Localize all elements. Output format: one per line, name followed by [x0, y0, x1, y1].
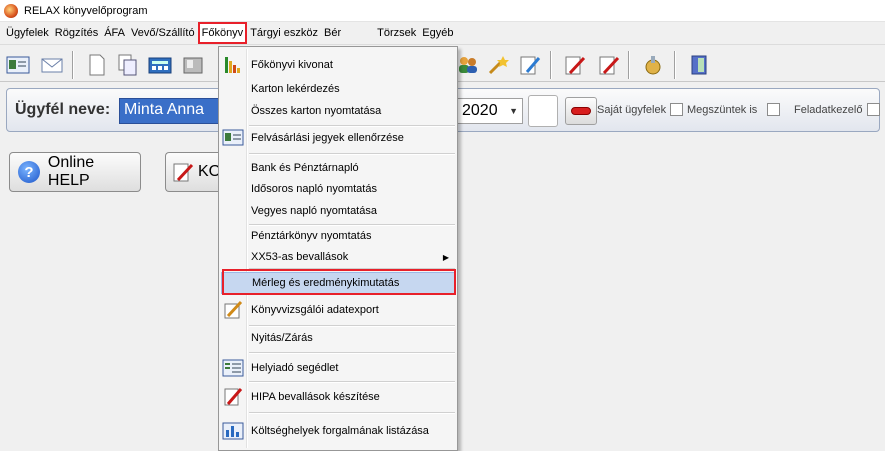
- mail-icon[interactable]: [39, 52, 65, 78]
- submenu-arrow-icon: ▶: [442, 252, 449, 262]
- client-name-label: Ügyfél neve:: [15, 101, 111, 118]
- checkbox-box[interactable]: [767, 103, 781, 116]
- id-card-icon: [221, 128, 245, 148]
- client-name-input[interactable]: Minta Anna: [119, 98, 229, 124]
- title-bar: RELAX könyvelőprogram: [0, 0, 885, 22]
- menu-ber[interactable]: Bér: [321, 22, 344, 44]
- menu-targyi-eszkoz[interactable]: Tárgyi eszköz: [247, 22, 321, 44]
- red-edit-icon[interactable]: [562, 52, 588, 78]
- highlight-frame: [222, 269, 456, 295]
- export-icon: [221, 300, 245, 320]
- red-edit-icon: [173, 163, 194, 182]
- ko-button[interactable]: KO: [165, 152, 225, 192]
- app-logo-icon: [4, 3, 18, 18]
- task-manager-checkbox[interactable]: Feladatkezelő: [794, 103, 880, 116]
- own-clients-checkbox[interactable]: Saját ügyfelek: [597, 103, 684, 116]
- chevron-down-icon: ▼: [509, 106, 518, 116]
- menu-ugyfelek[interactable]: Ügyfelek: [3, 22, 52, 44]
- menu-item-nyitas-zaras[interactable]: Nyitás/Zárás: [221, 327, 455, 349]
- calculator-icon[interactable]: [147, 52, 173, 78]
- minus-icon: [571, 107, 591, 115]
- menu-item-vegyes-naplo[interactable]: Vegyes napló nyomtatása: [221, 200, 455, 222]
- ledger-chart-icon: [221, 55, 245, 75]
- exit-door-icon[interactable]: [686, 52, 712, 78]
- menu-item-hipa-bevallasok[interactable]: HIPA bevallások készítése: [221, 386, 455, 408]
- plugin-gear-icon[interactable]: [640, 52, 666, 78]
- menu-item-helyiado-segedlet[interactable]: Helyiadó segédlet: [221, 357, 455, 379]
- menu-fokonyv[interactable]: Főkönyv: [197, 22, 248, 44]
- year-value: 2020: [462, 102, 498, 119]
- menu-item-koltseghelyek-forgalma[interactable]: Költséghelyek forgalmának listázása: [221, 420, 455, 442]
- users-icon[interactable]: [455, 52, 481, 78]
- menu-item-felvasarlasi-jegyek[interactable]: Felvásárlási jegyek ellenőrzése: [221, 127, 455, 149]
- menu-torzsek[interactable]: Törzsek: [374, 22, 419, 44]
- menu-bar: Ügyfelek Rögzítés ÁFA Vevő/Szállító Főkö…: [0, 22, 885, 44]
- document-icon[interactable]: [84, 52, 110, 78]
- menu-item-xx53-bevallasok[interactable]: XX53-as bevallások ▶: [221, 246, 455, 268]
- edit-pen-icon[interactable]: [517, 52, 543, 78]
- notepad-icon[interactable]: [180, 52, 206, 78]
- online-help-label: Online HELP: [47, 154, 95, 189]
- menu-item-penztarkonyv[interactable]: Pénztárkönyv nyomtatás: [221, 225, 455, 247]
- tax-icon: [221, 358, 245, 378]
- year-select[interactable]: 2020 ▼: [457, 98, 523, 124]
- online-help-button[interactable]: ? Online HELP: [9, 152, 141, 192]
- edit-pencil-icon: [221, 387, 245, 407]
- menu-item-fokonyvi-kivonat[interactable]: Főkönyvi kivonat: [221, 54, 455, 76]
- menu-item-karton-lekerdezes[interactable]: Karton lekérdezés: [221, 78, 455, 100]
- magic-wand-icon[interactable]: [485, 52, 511, 78]
- menu-item-idosoros-naplo[interactable]: Idősoros napló nyomtatás: [221, 178, 455, 200]
- menu-item-bank-penztarnaplo[interactable]: Bank és Pénztárnapló: [221, 157, 455, 179]
- menu-vevo-szallito[interactable]: Vevő/Szállító: [128, 22, 198, 44]
- menu-rogzites[interactable]: Rögzítés: [52, 22, 101, 44]
- client-card-icon[interactable]: [5, 52, 31, 78]
- window-title: RELAX könyvelőprogram: [24, 4, 148, 17]
- menu-afa[interactable]: ÁFA: [101, 22, 128, 44]
- remove-button[interactable]: [565, 97, 597, 125]
- checkbox-box[interactable]: [670, 103, 684, 116]
- menu-item-osszes-karton[interactable]: Összes karton nyomtatása: [221, 100, 455, 122]
- terminated-checkbox[interactable]: Megszüntek is: [687, 103, 781, 116]
- bar-chart-icon: [221, 421, 245, 441]
- checkbox-box[interactable]: [866, 103, 880, 116]
- menu-egyeb[interactable]: Egyéb: [419, 22, 456, 44]
- blank-button[interactable]: [528, 95, 558, 127]
- red-edit-alt-icon[interactable]: [596, 52, 622, 78]
- fokonyv-dropdown-menu: Főkönyvi kivonat Karton lekérdezés Össze…: [218, 46, 458, 451]
- copy-document-icon[interactable]: [115, 52, 141, 78]
- help-icon: ?: [18, 161, 40, 183]
- menu-item-konyvvizsgaloi-adatexport[interactable]: Könyvvizsgálói adatexport: [221, 299, 455, 321]
